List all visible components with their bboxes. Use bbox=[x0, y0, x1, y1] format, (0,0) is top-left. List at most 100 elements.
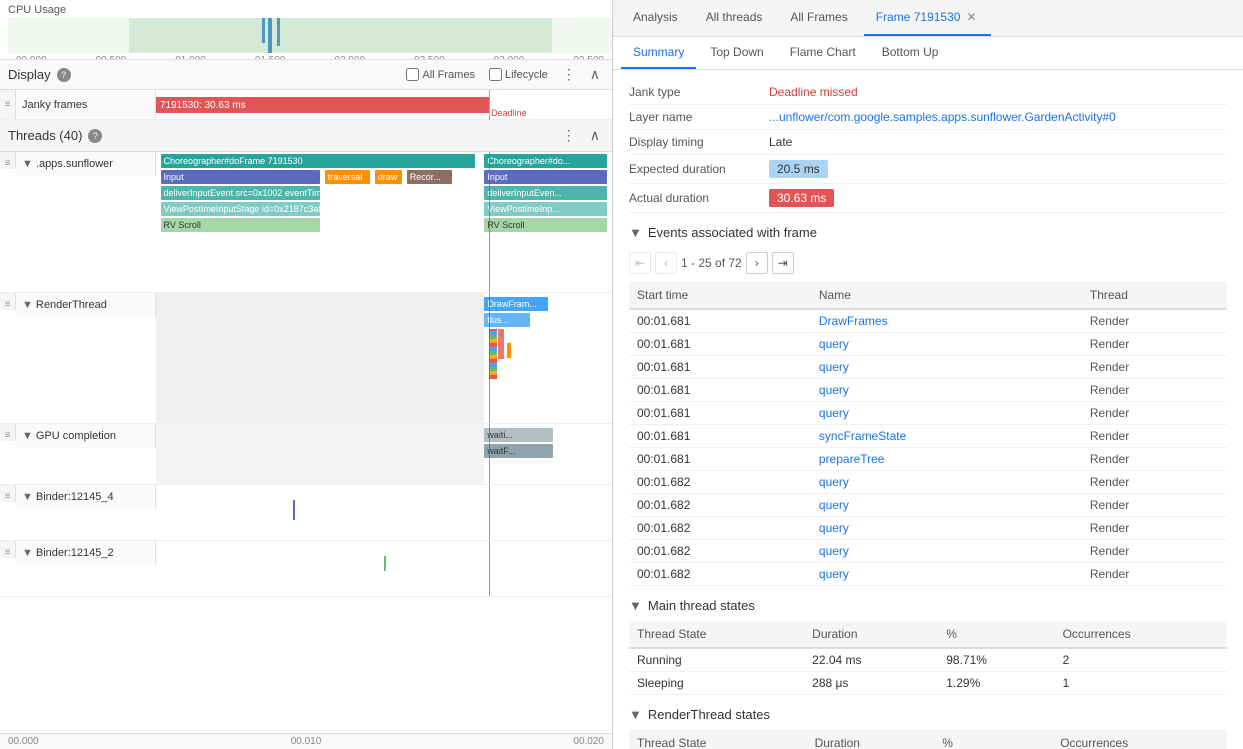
info-actual-duration: Actual duration 30.63 ms bbox=[629, 184, 1227, 213]
thread-viz-render: DrawFram... flus... bbox=[156, 293, 612, 423]
flame-viewpost-r[interactable]: ViewPostImeInp... bbox=[484, 202, 607, 216]
page-next-btn[interactable]: › bbox=[746, 252, 768, 274]
thread-name-render: ▼ RenderThread bbox=[16, 293, 156, 317]
flame-rvscroll-r[interactable]: RV Scroll bbox=[484, 218, 607, 232]
thread-name-gpu: ▼ GPU completion bbox=[16, 424, 156, 448]
display-timing-val: Late bbox=[769, 135, 792, 149]
event-start: 00:01.681 bbox=[629, 356, 811, 379]
lifecycle-checkbox[interactable] bbox=[489, 68, 502, 81]
thread-handle-render: ≡ bbox=[0, 293, 16, 310]
all-frames-checkbox[interactable] bbox=[406, 68, 419, 81]
thread-name-sunflower: ▼ .apps.sunflower bbox=[16, 152, 156, 176]
event-row[interactable]: 00:01.681 query Render bbox=[629, 379, 1227, 402]
subtab-bottomup[interactable]: Bottom Up bbox=[870, 37, 951, 69]
thread-row-binder4: ≡ ▼ Binder:12145_4 bbox=[0, 485, 612, 541]
overflow-menu-btn[interactable]: ⋮ bbox=[558, 64, 580, 85]
event-thread: Render bbox=[1082, 425, 1227, 448]
threads-overflow-btn[interactable]: ⋮ bbox=[558, 125, 580, 146]
btick-1: 00.010 bbox=[291, 736, 322, 747]
threads-info-icon[interactable]: ? bbox=[88, 129, 102, 143]
event-row[interactable]: 00:01.681 prepareTree Render bbox=[629, 448, 1227, 471]
flame-choreographer[interactable]: Choreographer#doFrame 7191530 bbox=[161, 154, 476, 168]
page-last-btn[interactable]: ⇥ bbox=[772, 252, 794, 274]
info-layer-name: Layer name ...unflower/com.google.sample… bbox=[629, 105, 1227, 130]
event-start: 00:01.682 bbox=[629, 494, 811, 517]
mts-state: Running bbox=[629, 648, 804, 672]
janky-bar[interactable]: 7191530: 30.63 ms bbox=[156, 97, 489, 113]
flame-waiti[interactable]: waiti... bbox=[484, 428, 552, 442]
tick-1: 00.500 bbox=[96, 55, 127, 60]
page-first-btn[interactable]: ⇤ bbox=[629, 252, 651, 274]
tab-allframes[interactable]: All Frames bbox=[778, 0, 859, 36]
event-row[interactable]: 00:01.682 query Render bbox=[629, 540, 1227, 563]
main-thread-arrow[interactable]: ▼ bbox=[629, 598, 642, 613]
thread-expand-sunflower[interactable]: ▼ bbox=[22, 158, 33, 170]
flame-deliver-r[interactable]: deliverInputEven... bbox=[484, 186, 607, 200]
deadline-label: Deadline bbox=[491, 108, 527, 118]
flame-waitf[interactable]: waitF... bbox=[484, 444, 552, 458]
flame-record[interactable]: Recor... bbox=[407, 170, 453, 184]
tab-frame[interactable]: Frame 7191530 ✕ bbox=[864, 0, 991, 36]
events-arrow[interactable]: ▼ bbox=[629, 225, 642, 240]
collapse-btn[interactable]: ∧ bbox=[586, 64, 604, 85]
event-row[interactable]: 00:01.681 syncFrameState Render bbox=[629, 425, 1227, 448]
main-thread-header-label: Main thread states bbox=[648, 598, 755, 613]
thread-expand-gpu[interactable]: ▼ bbox=[22, 430, 33, 442]
page-prev-btn[interactable]: ‹ bbox=[655, 252, 677, 274]
flame-rvscroll[interactable]: RV Scroll bbox=[161, 218, 321, 232]
flame-input-r[interactable]: Input bbox=[484, 170, 607, 184]
tab-close-btn[interactable]: ✕ bbox=[964, 10, 978, 24]
all-frames-checkbox-label[interactable]: All Frames bbox=[406, 68, 475, 81]
display-timing-key: Display timing bbox=[629, 135, 769, 149]
subtab-flamechart[interactable]: Flame Chart bbox=[778, 37, 868, 69]
thread-expand-render[interactable]: ▼ bbox=[22, 299, 33, 311]
event-row[interactable]: 00:01.681 DrawFrames Render bbox=[629, 309, 1227, 333]
flame-flush[interactable]: flus... bbox=[484, 313, 530, 327]
event-row[interactable]: 00:01.681 query Render bbox=[629, 333, 1227, 356]
sub-tabs-row: Summary Top Down Flame Chart Bottom Up bbox=[613, 37, 1243, 70]
event-thread: Render bbox=[1082, 379, 1227, 402]
event-row[interactable]: 00:01.681 query Render bbox=[629, 356, 1227, 379]
layer-name-val[interactable]: ...unflower/com.google.samples.apps.sunf… bbox=[769, 110, 1116, 124]
thread-expand-binder2[interactable]: ▼ bbox=[22, 547, 33, 559]
thread-row-binder2: ≡ ▼ Binder:12145_2 bbox=[0, 541, 612, 597]
event-row[interactable]: 00:01.682 query Render bbox=[629, 517, 1227, 540]
subtab-topdown[interactable]: Top Down bbox=[698, 37, 775, 69]
mts-col-occ: Occurrences bbox=[1055, 621, 1227, 648]
thread-handle-gpu: ≡ bbox=[0, 424, 16, 441]
event-name: DrawFrames bbox=[811, 309, 1082, 333]
flame-input[interactable]: Input bbox=[161, 170, 321, 184]
rts-col-state: Thread State bbox=[629, 730, 807, 749]
display-info-icon[interactable]: ? bbox=[57, 68, 71, 82]
event-row[interactable]: 00:01.682 query Render bbox=[629, 471, 1227, 494]
mts-pct: 98.71% bbox=[938, 648, 1054, 672]
flame-choreographer-r[interactable]: Choreographer#do... bbox=[484, 154, 607, 168]
lifecycle-checkbox-label[interactable]: Lifecycle bbox=[489, 68, 548, 81]
janky-frames-row: ≡ Janky frames 7191530: 30.63 ms Deadlin… bbox=[0, 90, 612, 120]
event-name: query bbox=[811, 563, 1082, 586]
janky-handle: ≡ bbox=[0, 90, 16, 119]
tick-7: 03.500 bbox=[573, 55, 604, 60]
flame-deliver[interactable]: deliverInputEvent src=0x1002 eventTimeNa… bbox=[161, 186, 321, 200]
main-thread-states-table: Thread State Duration % Occurrences Runn… bbox=[629, 621, 1227, 695]
subtab-summary[interactable]: Summary bbox=[621, 37, 696, 69]
flame-traversal[interactable]: traversal bbox=[325, 170, 371, 184]
expected-dur-key: Expected duration bbox=[629, 162, 769, 176]
threads-header: Threads (40) ? ⋮ ∧ bbox=[0, 120, 612, 152]
render-thread-arrow[interactable]: ▼ bbox=[629, 707, 642, 722]
render-thread-section-header: ▼ RenderThread states bbox=[629, 707, 1227, 722]
tick-5: 02.500 bbox=[414, 55, 445, 60]
threads-collapse-btn[interactable]: ∧ bbox=[586, 125, 604, 146]
flame-draw[interactable]: draw bbox=[375, 170, 402, 184]
event-row[interactable]: 00:01.682 query Render bbox=[629, 494, 1227, 517]
event-row[interactable]: 00:01.682 query Render bbox=[629, 563, 1227, 586]
main-tabs-row: Analysis All threads All Frames Frame 71… bbox=[613, 0, 1243, 37]
event-name: query bbox=[811, 379, 1082, 402]
thread-expand-binder4[interactable]: ▼ bbox=[22, 491, 33, 503]
flame-drawframe[interactable]: DrawFram... bbox=[484, 297, 548, 311]
flame-viewpost[interactable]: ViewPostImeInputStage id=0x2187c3a8 bbox=[161, 202, 321, 216]
tab-allthreads[interactable]: All threads bbox=[694, 0, 775, 36]
thread-name-binder4: ▼ Binder:12145_4 bbox=[16, 485, 156, 509]
event-row[interactable]: 00:01.681 query Render bbox=[629, 402, 1227, 425]
tab-analysis[interactable]: Analysis bbox=[621, 0, 690, 36]
